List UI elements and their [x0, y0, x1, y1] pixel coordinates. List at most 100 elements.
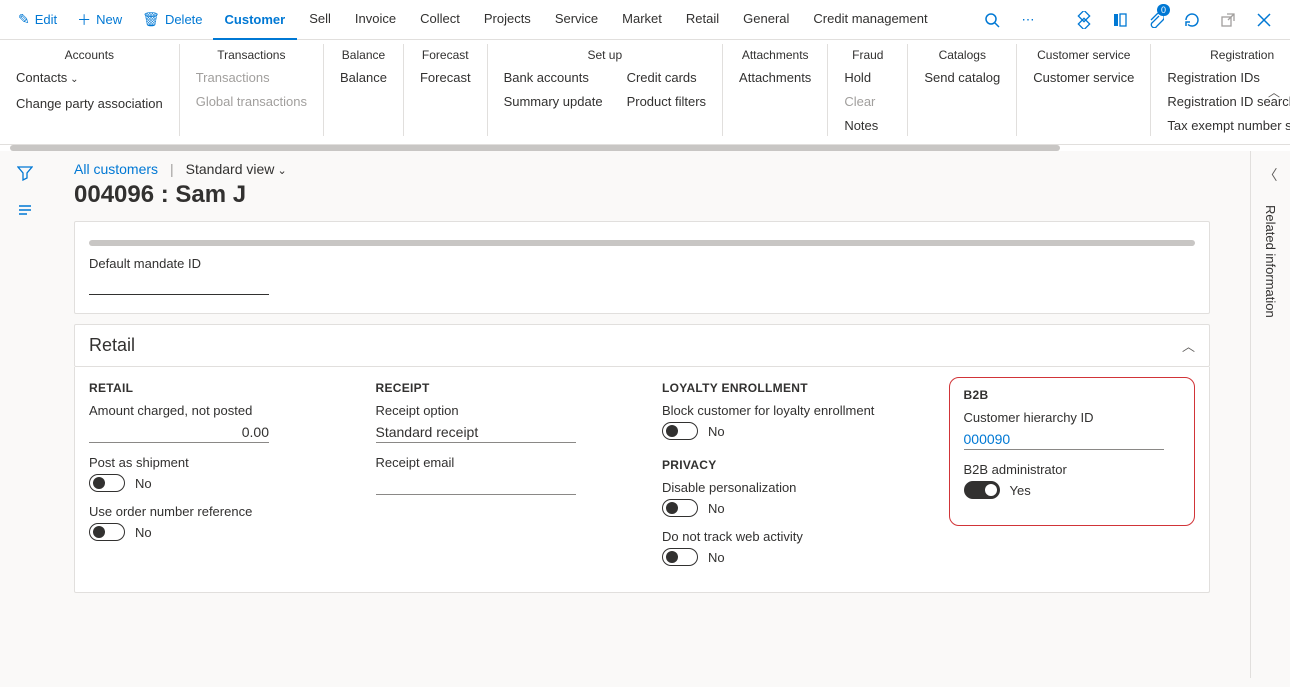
- tab-customer[interactable]: Customer: [213, 1, 298, 41]
- ribbon-item-bank-accounts[interactable]: Bank accounts: [504, 68, 603, 88]
- receipt-email-value[interactable]: [376, 474, 576, 495]
- retail-section-header[interactable]: Retail ︿: [74, 324, 1210, 367]
- order-ref-toggle[interactable]: [89, 523, 125, 541]
- filter-icon[interactable]: [17, 165, 33, 186]
- ribbon-item-forecast[interactable]: Forecast: [420, 68, 471, 88]
- edit-button[interactable]: ✎ Edit: [8, 0, 67, 40]
- ribbon-item-send-catalog[interactable]: Send catalog: [924, 68, 1000, 88]
- list-icon[interactable]: [17, 202, 33, 223]
- b2b-admin-toggle[interactable]: [964, 481, 1000, 499]
- tab-retail[interactable]: Retail: [674, 0, 731, 38]
- ribbon-item-product-filters[interactable]: Product filters: [627, 92, 706, 112]
- retail-subhead: RETAIL: [89, 381, 336, 395]
- tab-general[interactable]: General: [731, 0, 801, 38]
- delete-button[interactable]: 🗑 Delete: [132, 0, 212, 40]
- receipt-option-label: Receipt option: [376, 403, 623, 418]
- breadcrumb-separator: |: [170, 161, 174, 177]
- delete-label: Delete: [165, 12, 203, 27]
- ribbon-item-notes[interactable]: Notes: [844, 116, 878, 136]
- breadcrumb-link[interactable]: All customers: [74, 161, 158, 177]
- new-button[interactable]: ＋New: [67, 0, 132, 40]
- loyalty-subhead: LOYALTY ENROLLMENT: [662, 381, 909, 395]
- b2b-admin-value: Yes: [1010, 483, 1031, 498]
- receipt-option-value[interactable]: Standard receipt: [376, 422, 576, 443]
- pencil-icon: ✎: [18, 11, 30, 28]
- b2b-subhead: B2B: [964, 388, 1181, 402]
- ribbon-group-title: Balance: [340, 44, 387, 68]
- office-icon[interactable]: [1102, 0, 1138, 40]
- left-rail: [0, 151, 50, 678]
- ribbon-item-summary-update[interactable]: Summary update: [504, 92, 603, 112]
- view-selector[interactable]: Standard view: [186, 161, 287, 177]
- ribbon-group-transactions: TransactionsTransactionsGlobal transacti…: [180, 44, 324, 136]
- loyalty-block-toggle[interactable]: [662, 422, 698, 440]
- ribbon-item-tax-exempt-number-searc[interactable]: Tax exempt number searc: [1167, 116, 1290, 136]
- track-label: Do not track web activity: [662, 529, 909, 544]
- b2b-admin-label: B2B administrator: [964, 462, 1181, 477]
- order-ref-label: Use order number reference: [89, 504, 336, 519]
- tab-credit-management[interactable]: Credit management: [801, 0, 939, 38]
- ribbon-item-attachments[interactable]: Attachments: [739, 68, 811, 88]
- ribbon-group-catalogs: CatalogsSend catalog: [908, 44, 1017, 136]
- content-area: All customers | Standard view 004096 : S…: [50, 151, 1250, 678]
- ribbon-item-hold[interactable]: Hold: [844, 68, 878, 88]
- plus-icon: ＋: [77, 10, 91, 30]
- post-shipment-value: No: [135, 476, 152, 491]
- card-scrollbar[interactable]: [89, 240, 1195, 246]
- amount-charged-label: Amount charged, not posted: [89, 403, 336, 418]
- ribbon-group-title: Customer service: [1033, 44, 1134, 68]
- b2b-highlight-box: B2B Customer hierarchy ID 000090 B2B adm…: [949, 377, 1196, 526]
- ribbon-item-change-party-association[interactable]: Change party association: [16, 94, 163, 114]
- ribbon-item-customer-service[interactable]: Customer service: [1033, 68, 1134, 88]
- ribbon-item-clear: Clear: [844, 92, 878, 112]
- ribbon-item-credit-cards[interactable]: Credit cards: [627, 68, 706, 88]
- right-rail: 〈 Related information: [1250, 151, 1290, 678]
- loyalty-block-label: Block customer for loyalty enrollment: [662, 403, 909, 418]
- popout-icon[interactable]: [1210, 0, 1246, 40]
- ribbon-group-fraud: FraudHoldClearNotes: [828, 44, 908, 136]
- more-icon[interactable]: ⋯: [1010, 0, 1046, 40]
- track-toggle[interactable]: [662, 548, 698, 566]
- tab-collect[interactable]: Collect: [408, 0, 472, 38]
- diamond-icon[interactable]: [1066, 0, 1102, 40]
- top-toolbar: ✎ Edit ＋New 🗑 Delete CustomerSellInvoiceCo…: [0, 0, 1290, 40]
- privacy-subhead: PRIVACY: [662, 458, 909, 472]
- attachments-icon[interactable]: 0: [1138, 0, 1174, 40]
- ribbon-item-global-transactions: Global transactions: [196, 92, 307, 112]
- post-shipment-toggle[interactable]: [89, 474, 125, 492]
- mandate-card: Default mandate ID: [74, 221, 1210, 314]
- related-info-tab[interactable]: Related information: [1263, 205, 1278, 318]
- default-mandate-label: Default mandate ID: [89, 256, 1195, 271]
- tab-service[interactable]: Service: [543, 0, 610, 38]
- ribbon-item-balance[interactable]: Balance: [340, 68, 387, 88]
- ribbon-group-set-up: Set upBank accounts Summary update Credit …: [488, 44, 723, 136]
- post-shipment-label: Post as shipment: [89, 455, 336, 470]
- receipt-email-label: Receipt email: [376, 455, 623, 470]
- track-value: No: [708, 550, 725, 565]
- ribbon-group-title: Set up: [504, 44, 706, 68]
- tab-projects[interactable]: Projects: [472, 0, 543, 38]
- loyalty-block-value: No: [708, 424, 725, 439]
- module-tabs: CustomerSellInvoiceCollectProjectsServic…: [213, 0, 940, 41]
- tab-invoice[interactable]: Invoice: [343, 0, 408, 38]
- amount-charged-value[interactable]: 0.00: [89, 422, 269, 443]
- tab-market[interactable]: Market: [610, 0, 674, 38]
- hierarchy-value[interactable]: 000090: [964, 429, 1164, 450]
- chevron-left-icon[interactable]: 〈: [1264, 165, 1278, 185]
- edit-label: Edit: [35, 12, 57, 27]
- tab-sell[interactable]: Sell: [297, 0, 343, 38]
- ribbon-group-title: Accounts: [16, 44, 163, 68]
- ribbon-item-contacts[interactable]: Contacts: [16, 68, 163, 90]
- disable-personalization-toggle[interactable]: [662, 499, 698, 517]
- hierarchy-label: Customer hierarchy ID: [964, 410, 1181, 425]
- search-icon[interactable]: [974, 0, 1010, 40]
- ribbon-collapse-icon[interactable]: ︿: [1268, 84, 1280, 101]
- default-mandate-field[interactable]: [89, 273, 269, 295]
- notification-badge: 0: [1157, 4, 1170, 16]
- close-icon[interactable]: [1246, 0, 1282, 40]
- ribbon-item-transactions: Transactions: [196, 68, 307, 88]
- retail-section-body: RETAIL Amount charged, not posted 0.00 P…: [74, 367, 1210, 593]
- trash-icon: 🗑: [142, 11, 160, 28]
- refresh-icon[interactable]: [1174, 0, 1210, 40]
- ribbon-group-customer-service: Customer serviceCustomer service: [1017, 44, 1151, 136]
